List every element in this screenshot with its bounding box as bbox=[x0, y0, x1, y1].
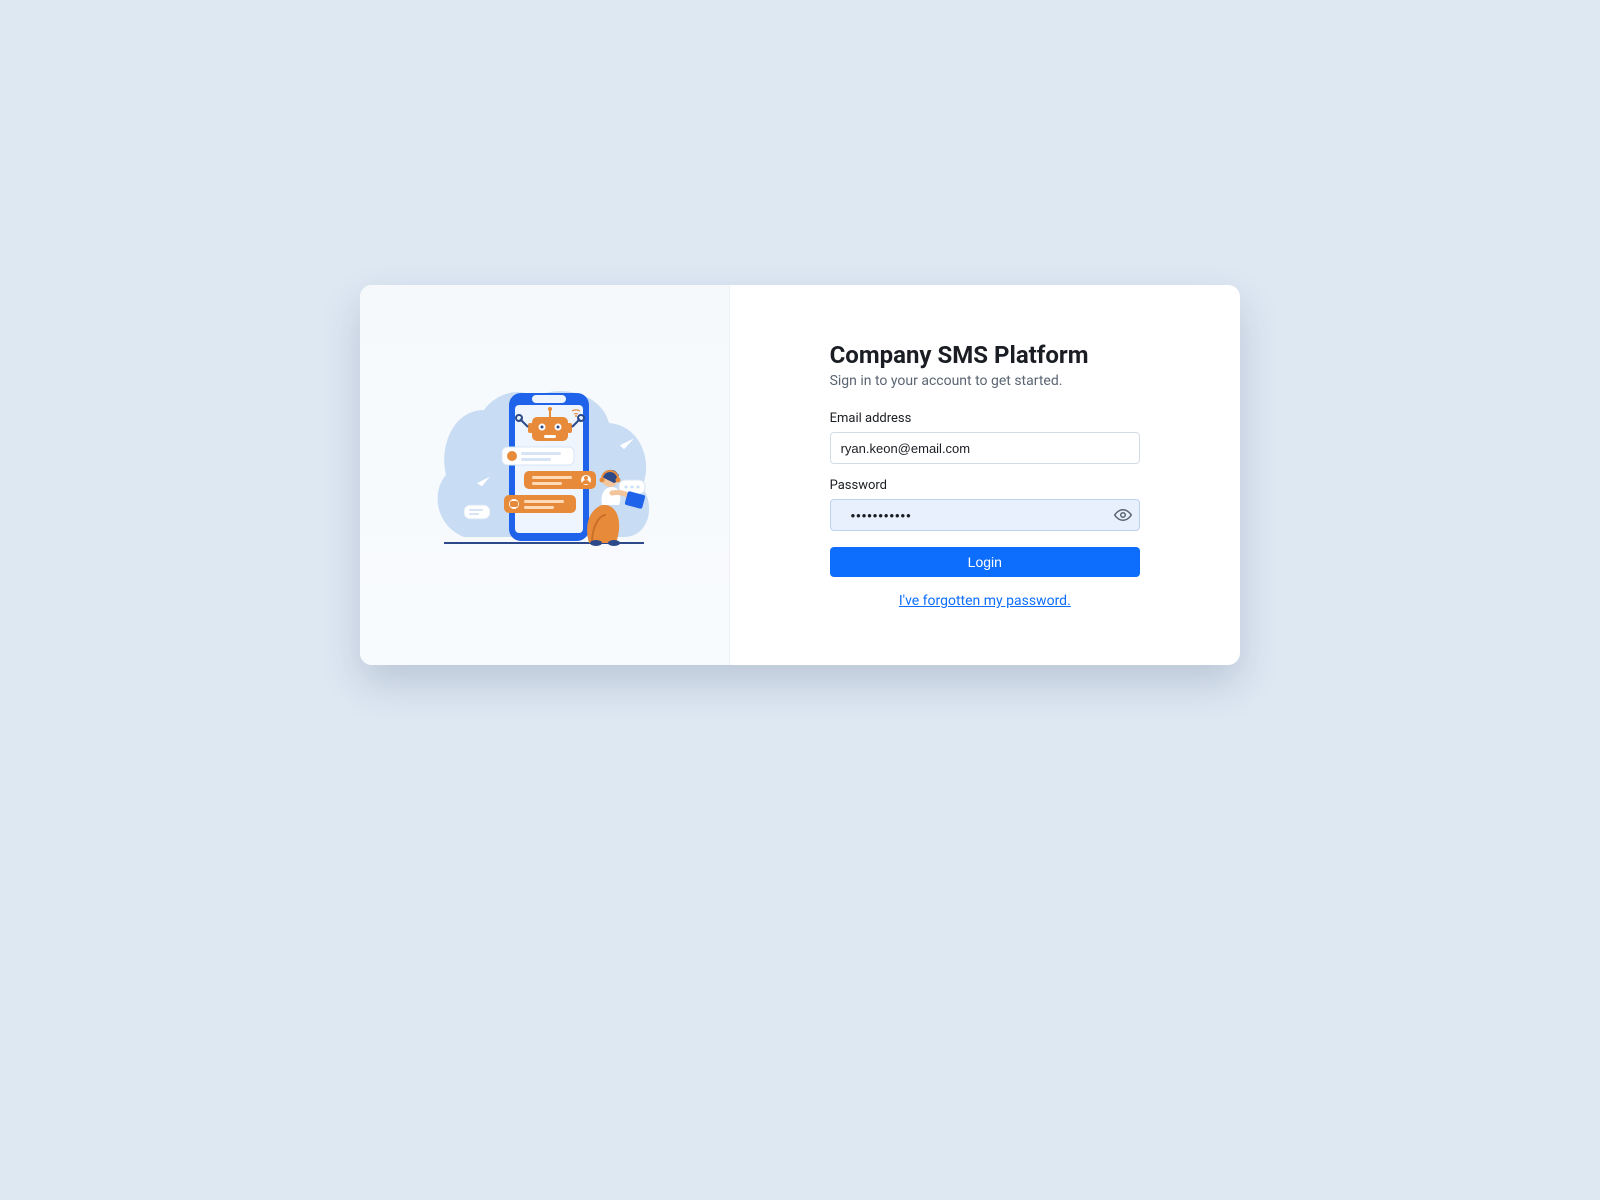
password-input[interactable] bbox=[841, 500, 1113, 530]
email-label: Email address bbox=[830, 411, 1140, 426]
forgot-password-row: I've forgotten my password. bbox=[830, 593, 1140, 609]
page-title: Company SMS Platform bbox=[830, 341, 1140, 369]
illustration-panel bbox=[360, 285, 730, 665]
page-subtitle: Sign in to your account to get started. bbox=[830, 373, 1140, 389]
login-button[interactable]: Login bbox=[830, 547, 1140, 577]
forgot-password-link[interactable]: I've forgotten my password. bbox=[899, 593, 1071, 609]
password-label: Password bbox=[830, 478, 1140, 493]
password-input-wrap bbox=[830, 499, 1140, 531]
login-form-panel: Company SMS Platform Sign in to your acc… bbox=[730, 285, 1240, 665]
email-field-group: Email address bbox=[830, 411, 1140, 464]
chatbot-illustration bbox=[424, 375, 664, 575]
password-field-group: Password bbox=[830, 478, 1140, 531]
login-card: Company SMS Platform Sign in to your acc… bbox=[360, 285, 1240, 665]
eye-icon[interactable] bbox=[1113, 505, 1133, 525]
email-input[interactable] bbox=[830, 432, 1140, 464]
